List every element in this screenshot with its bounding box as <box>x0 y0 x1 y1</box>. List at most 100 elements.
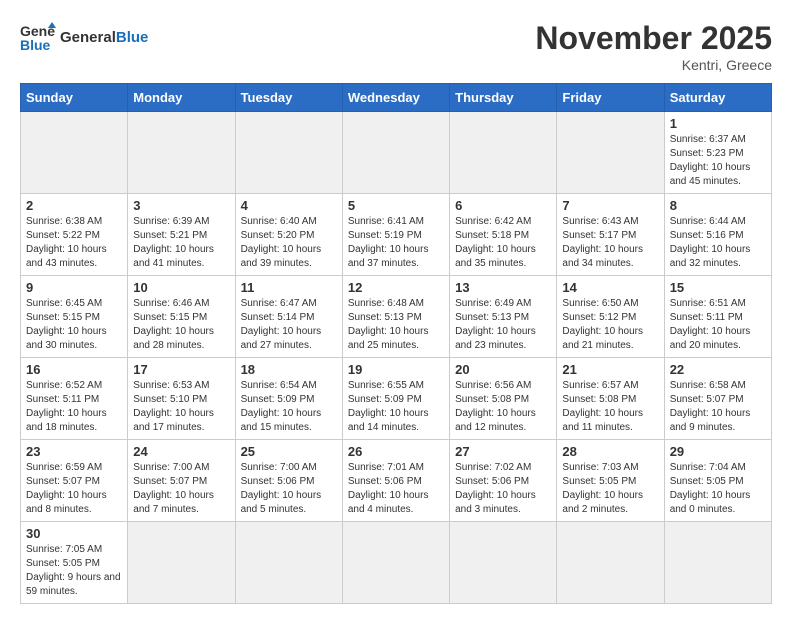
calendar-week-row: 9Sunrise: 6:45 AM Sunset: 5:15 PM Daylig… <box>21 276 772 358</box>
day-number: 21 <box>562 362 658 377</box>
calendar-cell: 15 Sunrise: 6:51 AM Sunset: 5:11 PM Dayli… <box>664 276 771 358</box>
day-number: 11 <box>241 280 337 295</box>
day-content: Sunrise: 7:04 AM Sunset: 5:05 PM Dayligh… <box>670 461 766 517</box>
weekday-header-saturday: Saturday <box>664 84 771 112</box>
calendar-cell: 30 Sunrise: 7:05 AM Sunset: 5:05 PM Dayli… <box>21 522 128 604</box>
logo-icon: General Blue <box>20 20 56 56</box>
day-number: 16 <box>26 362 122 377</box>
day-content: Sunrise: 6:58 AM Sunset: 5:07 PM Dayligh… <box>670 379 766 435</box>
calendar-cell: 24 Sunrise: 7:00 AM Sunset: 5:07 PM Dayli… <box>128 440 235 522</box>
weekday-header-friday: Friday <box>557 84 664 112</box>
day-number: 25 <box>241 444 337 459</box>
day-number: 1 <box>670 116 766 131</box>
day-number: 15 <box>670 280 766 295</box>
calendar-cell: 21 Sunrise: 6:57 AM Sunset: 5:08 PM Dayli… <box>557 358 664 440</box>
calendar-cell: 3Sunrise: 6:39 AM Sunset: 5:21 PM Daylig… <box>128 194 235 276</box>
day-number: 9 <box>26 280 122 295</box>
month-title: November 2025 <box>535 20 772 57</box>
calendar-cell: 1Sunrise: 6:37 AM Sunset: 5:23 PM Daylig… <box>664 112 771 194</box>
day-content: Sunrise: 6:50 AM Sunset: 5:12 PM Dayligh… <box>562 297 658 353</box>
calendar-cell <box>450 522 557 604</box>
day-content: Sunrise: 7:02 AM Sunset: 5:06 PM Dayligh… <box>455 461 551 517</box>
day-number: 28 <box>562 444 658 459</box>
page-header: General Blue GeneralBlue November 2025 K… <box>20 20 772 73</box>
day-number: 2 <box>26 198 122 213</box>
day-content: Sunrise: 6:53 AM Sunset: 5:10 PM Dayligh… <box>133 379 229 435</box>
day-content: Sunrise: 6:48 AM Sunset: 5:13 PM Dayligh… <box>348 297 444 353</box>
calendar-cell: 9Sunrise: 6:45 AM Sunset: 5:15 PM Daylig… <box>21 276 128 358</box>
calendar-cell: 14 Sunrise: 6:50 AM Sunset: 5:12 PM Dayli… <box>557 276 664 358</box>
day-content: Sunrise: 6:47 AM Sunset: 5:14 PM Dayligh… <box>241 297 337 353</box>
day-content: Sunrise: 6:52 AM Sunset: 5:11 PM Dayligh… <box>26 379 122 435</box>
calendar-week-row: 1Sunrise: 6:37 AM Sunset: 5:23 PM Daylig… <box>21 112 772 194</box>
calendar-cell <box>450 112 557 194</box>
weekday-header-tuesday: Tuesday <box>235 84 342 112</box>
day-content: Sunrise: 6:42 AM Sunset: 5:18 PM Dayligh… <box>455 215 551 271</box>
day-content: Sunrise: 6:39 AM Sunset: 5:21 PM Dayligh… <box>133 215 229 271</box>
calendar-cell: 28 Sunrise: 7:03 AM Sunset: 5:05 PM Dayli… <box>557 440 664 522</box>
day-number: 30 <box>26 526 122 541</box>
day-number: 6 <box>455 198 551 213</box>
weekday-header-monday: Monday <box>128 84 235 112</box>
svg-text:Blue: Blue <box>20 37 51 53</box>
calendar-cell: 8Sunrise: 6:44 AM Sunset: 5:16 PM Daylig… <box>664 194 771 276</box>
day-number: 10 <box>133 280 229 295</box>
day-number: 5 <box>348 198 444 213</box>
day-content: Sunrise: 7:01 AM Sunset: 5:06 PM Dayligh… <box>348 461 444 517</box>
day-number: 24 <box>133 444 229 459</box>
day-number: 14 <box>562 280 658 295</box>
day-number: 29 <box>670 444 766 459</box>
calendar-cell: 20Sunrise: 6:56 AM Sunset: 5:08 PM Dayli… <box>450 358 557 440</box>
day-content: Sunrise: 6:43 AM Sunset: 5:17 PM Dayligh… <box>562 215 658 271</box>
day-number: 23 <box>26 444 122 459</box>
day-content: Sunrise: 6:59 AM Sunset: 5:07 PM Dayligh… <box>26 461 122 517</box>
title-block: November 2025 Kentri, Greece <box>535 20 772 73</box>
calendar-cell: 17Sunrise: 6:53 AM Sunset: 5:10 PM Dayli… <box>128 358 235 440</box>
calendar-week-row: 30 Sunrise: 7:05 AM Sunset: 5:05 PM Dayli… <box>21 522 772 604</box>
day-number: 13 <box>455 280 551 295</box>
day-content: Sunrise: 6:51 AM Sunset: 5:11 PM Dayligh… <box>670 297 766 353</box>
day-content: Sunrise: 6:57 AM Sunset: 5:08 PM Dayligh… <box>562 379 658 435</box>
calendar-cell: 2 Sunrise: 6:38 AM Sunset: 5:22 PM Daylig… <box>21 194 128 276</box>
calendar-week-row: 2 Sunrise: 6:38 AM Sunset: 5:22 PM Daylig… <box>21 194 772 276</box>
calendar-cell <box>128 522 235 604</box>
calendar-cell <box>128 112 235 194</box>
day-content: Sunrise: 7:05 AM Sunset: 5:05 PM Dayligh… <box>26 543 122 599</box>
location-subtitle: Kentri, Greece <box>535 57 772 73</box>
weekday-header-sunday: Sunday <box>21 84 128 112</box>
day-content: Sunrise: 6:41 AM Sunset: 5:19 PM Dayligh… <box>348 215 444 271</box>
calendar-cell: 18Sunrise: 6:54 AM Sunset: 5:09 PM Dayli… <box>235 358 342 440</box>
calendar-cell: 11 Sunrise: 6:47 AM Sunset: 5:14 PM Dayli… <box>235 276 342 358</box>
day-number: 19 <box>348 362 444 377</box>
calendar-cell: 13Sunrise: 6:49 AM Sunset: 5:13 PM Dayli… <box>450 276 557 358</box>
weekday-header-thursday: Thursday <box>450 84 557 112</box>
day-number: 20 <box>455 362 551 377</box>
calendar-cell: 5 Sunrise: 6:41 AM Sunset: 5:19 PM Daylig… <box>342 194 449 276</box>
calendar-cell: 6 Sunrise: 6:42 AM Sunset: 5:18 PM Daylig… <box>450 194 557 276</box>
calendar-cell <box>557 522 664 604</box>
calendar-cell: 27 Sunrise: 7:02 AM Sunset: 5:06 PM Dayli… <box>450 440 557 522</box>
day-number: 18 <box>241 362 337 377</box>
calendar-cell <box>342 522 449 604</box>
calendar-cell: 10Sunrise: 6:46 AM Sunset: 5:15 PM Dayli… <box>128 276 235 358</box>
calendar-cell <box>664 522 771 604</box>
calendar-cell <box>342 112 449 194</box>
day-number: 4 <box>241 198 337 213</box>
calendar-cell: 22Sunrise: 6:58 AM Sunset: 5:07 PM Dayli… <box>664 358 771 440</box>
calendar-cell <box>235 112 342 194</box>
day-number: 7 <box>562 198 658 213</box>
logo: General Blue GeneralBlue <box>20 20 148 56</box>
calendar-week-row: 23 Sunrise: 6:59 AM Sunset: 5:07 PM Dayli… <box>21 440 772 522</box>
day-content: Sunrise: 7:00 AM Sunset: 5:06 PM Dayligh… <box>241 461 337 517</box>
calendar-week-row: 16 Sunrise: 6:52 AM Sunset: 5:11 PM Dayli… <box>21 358 772 440</box>
calendar-cell: 23 Sunrise: 6:59 AM Sunset: 5:07 PM Dayli… <box>21 440 128 522</box>
day-content: Sunrise: 7:03 AM Sunset: 5:05 PM Dayligh… <box>562 461 658 517</box>
day-number: 8 <box>670 198 766 213</box>
day-content: Sunrise: 7:00 AM Sunset: 5:07 PM Dayligh… <box>133 461 229 517</box>
day-content: Sunrise: 6:55 AM Sunset: 5:09 PM Dayligh… <box>348 379 444 435</box>
day-number: 27 <box>455 444 551 459</box>
calendar-cell <box>21 112 128 194</box>
day-content: Sunrise: 6:38 AM Sunset: 5:22 PM Dayligh… <box>26 215 122 271</box>
calendar-cell: 25 Sunrise: 7:00 AM Sunset: 5:06 PM Dayli… <box>235 440 342 522</box>
calendar-cell <box>235 522 342 604</box>
